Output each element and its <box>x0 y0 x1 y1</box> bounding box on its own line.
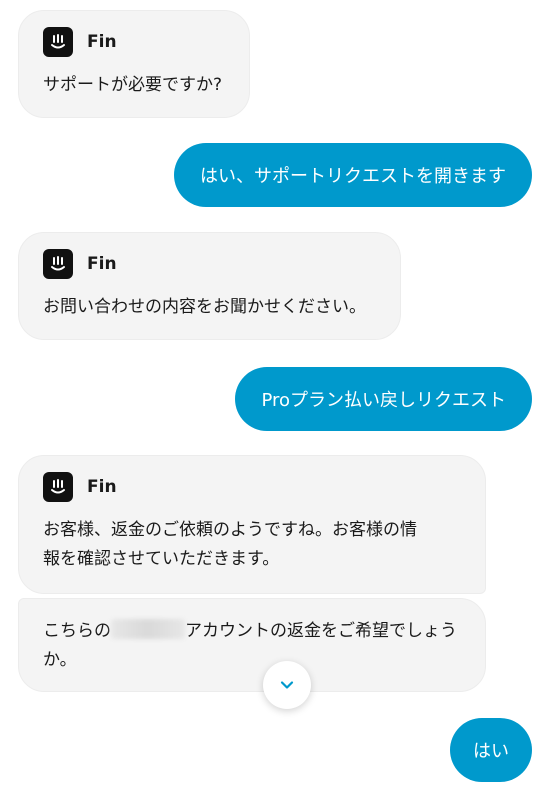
bot-message: Fin サポートが必要ですか? <box>18 10 250 118</box>
user-message: はい、サポートリクエストを開きます <box>174 143 532 207</box>
fin-logo-icon <box>43 472 73 502</box>
bot-message: こちらの アカウントの返金をご希望でしょう か。 <box>18 598 486 692</box>
bot-header: Fin <box>43 27 225 57</box>
chat-thread: Fin サポートが必要ですか? はい、サポートリクエストを開きます Fin お問… <box>0 0 556 794</box>
redacted-account-name <box>111 619 185 639</box>
user-message: はい <box>450 718 532 782</box>
bot-message: Fin お問い合わせの内容をお聞かせください。 <box>18 232 401 340</box>
fin-logo-icon <box>43 249 73 279</box>
bot-header: Fin <box>43 249 376 279</box>
bot-message-text: サポートが必要ですか? <box>43 75 223 95</box>
user-message: Proプラン払い戻しリクエスト <box>235 367 532 431</box>
chevron-down-icon <box>280 681 294 689</box>
bot-message-text-start: こちらの <box>43 621 111 641</box>
bot-message: Fin お客様、返金のご依頼のようですね。お客様の情 報を確認させていただきます… <box>18 455 486 594</box>
fin-logo-icon <box>43 27 73 57</box>
bot-message-text: こちらの アカウントの返金をご希望でしょう か。 <box>43 617 461 675</box>
bot-name: Fin <box>87 254 117 274</box>
bot-message-text: お客様、返金のご依頼のようですね。お客様の情 報を確認させていただきます。 <box>43 520 417 569</box>
bot-message-text: お問い合わせの内容をお聞かせください。 <box>43 297 366 317</box>
bot-name: Fin <box>87 477 117 497</box>
scroll-to-bottom-button[interactable] <box>263 661 311 709</box>
bot-header: Fin <box>43 472 461 502</box>
bot-name: Fin <box>87 32 117 52</box>
